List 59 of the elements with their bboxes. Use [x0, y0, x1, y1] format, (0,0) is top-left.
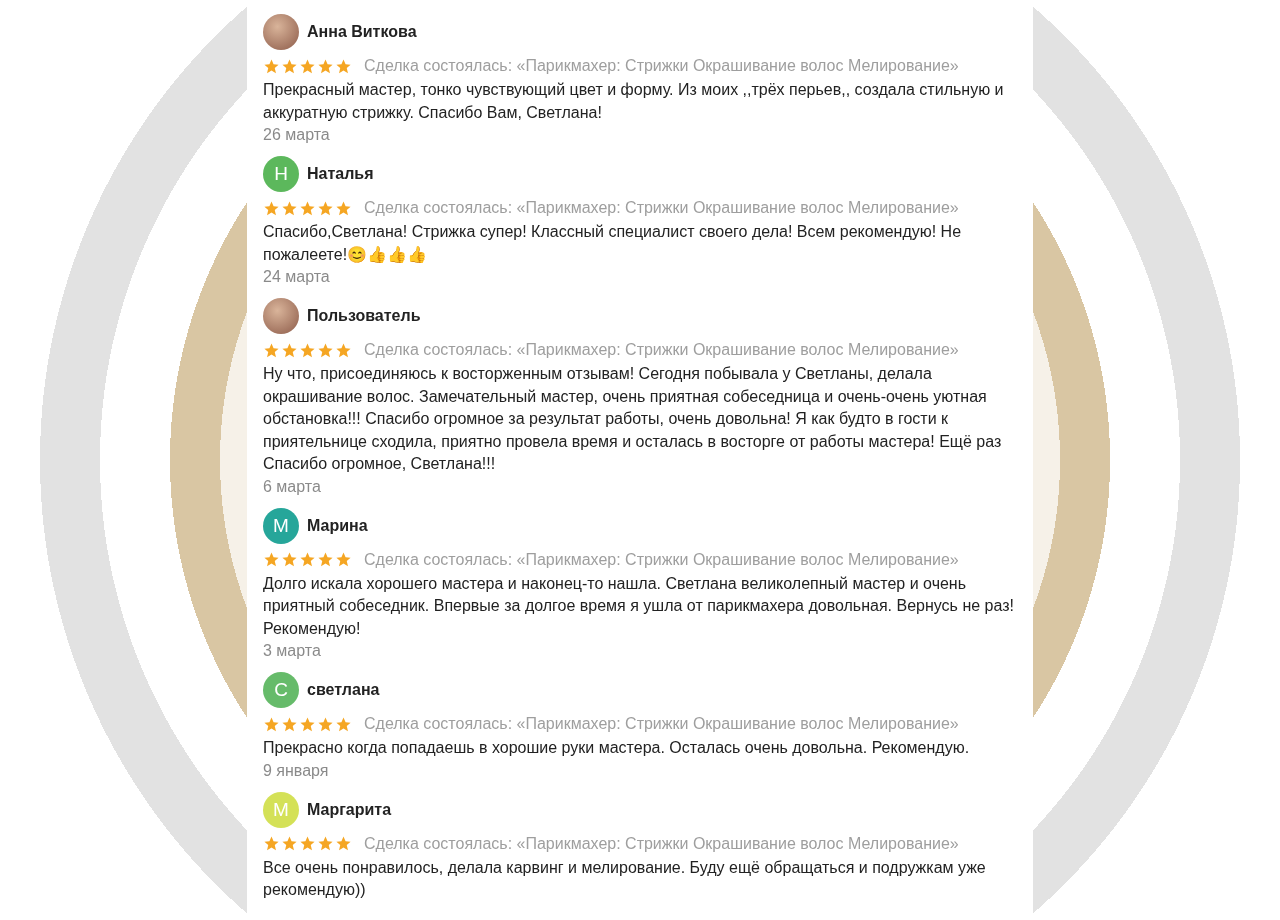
- deal-text: Сделка состоялась: «Парикмахер: Стрижки Окрашивание волос Мелирование»: [364, 199, 959, 217]
- star-icon: [317, 715, 334, 733]
- star-icon: [299, 835, 316, 852]
- review-date: 3 марта: [263, 641, 322, 661]
- review-date: 26 марта: [263, 125, 331, 145]
- star-icon: [299, 551, 316, 568]
- review-text: Ну что, присоединяюсь к восторженным отзывам! Сегодня побывала у Светланы, делала окрашивание волос. Замечательный мастер, очень приятная собеседница и очень-очень уютная обстановка!!! Спасибо огромное за результат работы, очень довольна! Я как будто в гости к приятельнице сходила, приятно провела время и осталась в восторге от работы мастера! Ещё раз Спасибо огромное, Светлана!!!: [263, 364, 1003, 474]
- star-icon: [335, 551, 352, 568]
- star-icon: [335, 341, 352, 359]
- deal-text: Сделка состоялась: «Парикмахер: Стрижки Окрашивание волос Мелирование»: [364, 341, 959, 359]
- star-icon: [281, 199, 298, 217]
- star-icon: [263, 199, 280, 217]
- review-text: Все очень понравилось, делала карвинг и мелирование. Буду ещё обращаться и подружкам уже рекомендую)): [263, 857, 987, 900]
- star-icon: [281, 57, 298, 75]
- avatar: Н: [263, 156, 299, 192]
- author-name: светлана: [307, 681, 380, 699]
- star-icon: [281, 835, 298, 852]
- star-icon: [299, 715, 316, 733]
- star-icon: [263, 57, 280, 75]
- review-date: 9 января: [263, 760, 330, 781]
- star-icon: [317, 341, 334, 359]
- avatar: М: [263, 507, 299, 544]
- review-date: 24 марта: [263, 267, 331, 287]
- star-icon: [317, 57, 334, 75]
- star-icon: [281, 341, 298, 359]
- author-name: Марина: [307, 516, 368, 535]
- star-icon: [317, 551, 334, 568]
- avatar: С: [263, 672, 299, 708]
- star-icon: [299, 341, 316, 359]
- avatar: [263, 14, 299, 50]
- author-name: Анна Виткова: [307, 23, 417, 41]
- deal-text: Сделка состоялась: «Парикмахер: Стрижки Окрашивание волос Мелирование»: [364, 57, 959, 75]
- review-text: Спасибо,Светлана! Стрижка супер! Классный специалист своего дела! Всем рекомендую! Не пожалеете!😊👍👍👍: [263, 222, 963, 265]
- star-icon: [335, 835, 352, 852]
- review-text: Прекрасно когда попадаешь в хорошие руки мастера. Осталась очень довольна. Рекомендую.: [263, 738, 971, 758]
- star-icon: [281, 551, 298, 568]
- star-icon: [263, 835, 280, 852]
- star-icon: [299, 199, 316, 217]
- star-icon: [263, 715, 280, 733]
- review-date: 6 марта: [263, 476, 322, 497]
- star-icon: [263, 341, 280, 359]
- star-icon: [335, 715, 352, 733]
- star-icon: [281, 715, 298, 733]
- avatar: [263, 298, 299, 334]
- author-name: Пользователь: [307, 307, 421, 325]
- star-icon: [335, 57, 352, 75]
- star-icon: [335, 199, 352, 217]
- star-icon: [263, 551, 280, 568]
- deal-text: Сделка состоялась: «Парикмахер: Стрижки Окрашивание волос Мелирование»: [364, 715, 959, 733]
- star-icon: [299, 57, 316, 75]
- author-name: Маргарита: [307, 800, 392, 819]
- star-icon: [317, 199, 334, 217]
- deal-text: Сделка состоялась: «Парикмахер: Стрижки Окрашивание волос Мелирование»: [364, 550, 959, 569]
- review-text: Прекрасный мастер, тонко чувствующий цвет и форму. Из моих ,,трёх перьев,, создала стильную и аккуратную стрижку. Спасибо Вам, Светлана!: [263, 80, 1005, 123]
- star-icon: [317, 835, 334, 852]
- avatar: М: [263, 791, 299, 828]
- deal-text: Сделка состоялась: «Парикмахер: Стрижки Окрашивание волос Мелирование»: [364, 834, 959, 853]
- review-text: Долго искала хорошего мастера и наконец-то нашла. Светлана великолепный мастер и очень приятный собеседник. Впервые за долгое время я ушла от парикмахера довольная. Вернусь не раз! Рекомендую!: [263, 573, 1015, 639]
- author-name: Наталья: [307, 165, 374, 183]
